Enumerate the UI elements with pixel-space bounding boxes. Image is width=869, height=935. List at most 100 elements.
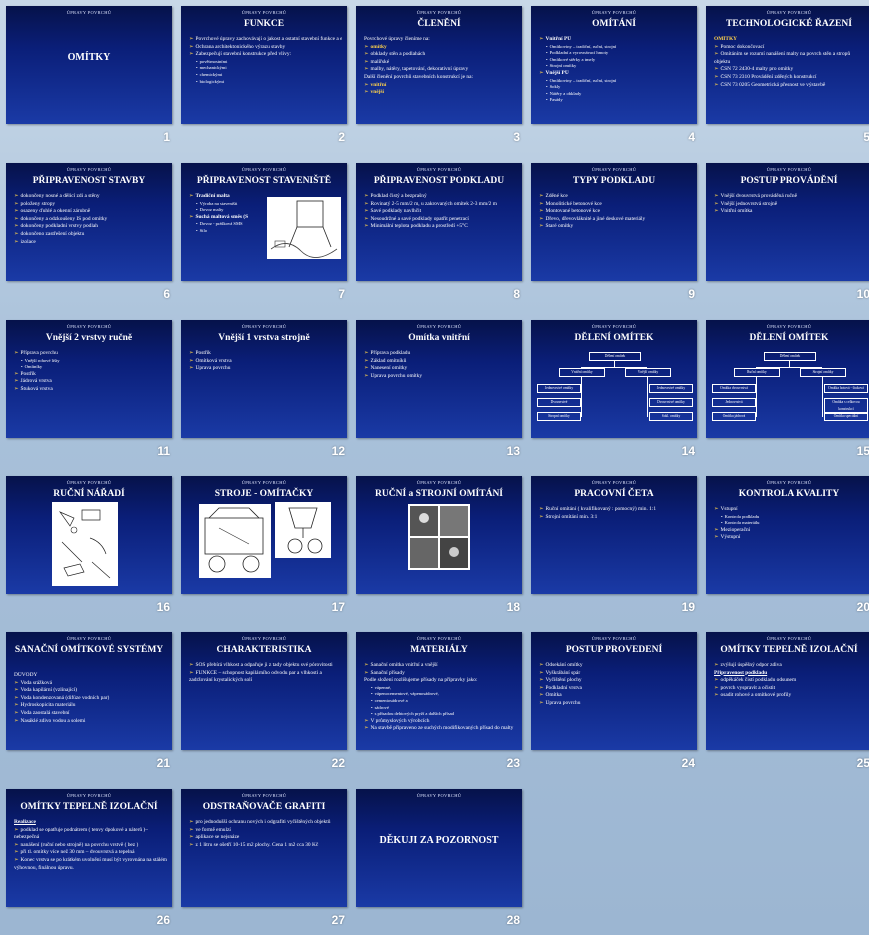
slide-11[interactable]: ÚPRAVY POVRCHŮ Vnější 2 vrstvy ručně ➢ Příp… xyxy=(6,320,172,438)
slide-thumbnail-17[interactable]: ÚPRAVY POVRCHŮ STROJE - OMÍTAČKY 17 xyxy=(181,476,347,614)
slide-thumbnail-13[interactable]: ÚPRAVY POVRCHŮ Omítka vnitřní ➢ Příprava po… xyxy=(356,320,522,458)
bullet-text: Vnější rohové lišty xyxy=(24,357,60,363)
bullet-icon: ➢ xyxy=(189,357,194,364)
slide-15[interactable]: ÚPRAVY POVRCHŮ DĚLENÍ OMÍTEK Dělení omítek… xyxy=(706,320,869,438)
bullet-item: ➢ pro jednodušší ochranu nových i odgrafi… xyxy=(189,819,342,827)
slide-12[interactable]: ÚPRAVY POVRCHŮ Vnější 1 vrstva strojně ➢ Po… xyxy=(181,320,347,438)
slide-thumbnail-15[interactable]: ÚPRAVY POVRCHŮ DĚLENÍ OMÍTEK Dělení omítek… xyxy=(706,320,869,458)
slide-25[interactable]: ÚPRAVY POVRCHŮ OMÍTKY TEPELNĚ IZOLAČNÍ ➢ zv… xyxy=(706,632,869,750)
slide-thumbnail-10[interactable]: ÚPRAVY POVRCHŮ POSTUP PROVÁDĚNÍ ➢ Vnější dv… xyxy=(706,163,869,301)
slide-9[interactable]: ÚPRAVY POVRCHŮ TYPY PODKLADU ➢ Zděné kce ➢ Mo… xyxy=(531,163,697,281)
slide-header-text: ÚPRAVY POVRCHŮ xyxy=(241,636,287,641)
slide-21[interactable]: ÚPRAVY POVRCHŮ SANAČNÍ OMÍTKOVÉ SYSTÉMY DŮ… xyxy=(6,632,172,750)
slide-26[interactable]: ÚPRAVY POVRCHŮ OMÍTKY TEPELNĚ IZOLAČNÍ Rea… xyxy=(6,789,172,907)
slide-thumbnail-26[interactable]: ÚPRAVY POVRCHŮ OMÍTKY TEPELNĚ IZOLAČNÍ Rea… xyxy=(6,789,172,927)
bullet-icon: ➢ xyxy=(14,208,19,215)
slide-thumbnail-1[interactable]: ÚPRAVY POVRCHŮ OMÍTKY 1 xyxy=(6,6,172,144)
bullet-text: Omítáním se rozumí nanášení malty na pov… xyxy=(714,51,851,65)
bullet-icon: ➢ xyxy=(714,692,719,699)
slide-2[interactable]: ÚPRAVY POVRCHŮ FUNKCE ➢ Povrchové úpravy za… xyxy=(181,6,347,124)
slide-thumbnail-23[interactable]: ÚPRAVY POVRCHŮ MATERIÁLY ➢ Sanační omítka v… xyxy=(356,632,522,770)
bullet-icon: ➢ xyxy=(14,849,19,856)
bullet-icon: ➢ xyxy=(189,43,194,50)
slide-thumbnail-8[interactable]: ÚPRAVY POVRCHŮ PŘIPRAVENOST PODKLADU ➢ Podk… xyxy=(356,163,522,301)
slide-thumbnail-4[interactable]: ÚPRAVY POVRCHŮ OMÍTÁNÍ ➢ Vnitřní PÚ • Omítkov… xyxy=(531,6,697,144)
slide-thumbnail-25[interactable]: ÚPRAVY POVRCHŮ OMÍTKY TEPELNĚ IZOLAČNÍ ➢ zv… xyxy=(706,632,869,770)
slide-thumbnail-16[interactable]: ÚPRAVY POVRCHŮ RUČNÍ NÁŘADÍ 16 xyxy=(6,476,172,614)
slide-thumbnail-24[interactable]: ÚPRAVY POVRCHŮ POSTUP PROVEDENÍ ➢ Odsekání … xyxy=(531,632,697,770)
slide-thumbnail-14[interactable]: ÚPRAVY POVRCHŮ DĚLENÍ OMÍTEK Dělení omítek… xyxy=(531,320,697,458)
slide-4[interactable]: ÚPRAVY POVRCHŮ OMÍTÁNÍ ➢ Vnitřní PÚ • Omítkov… xyxy=(531,6,697,124)
bullet-item: Povrchové úpravy členíme na: xyxy=(364,36,517,44)
slide-23[interactable]: ÚPRAVY POVRCHŮ MATERIÁLY ➢ Sanační omítka v… xyxy=(356,632,522,750)
slide-thumbnail-3[interactable]: ÚPRAVY POVRCHŮ ČLENĚNÍ Povrchové úpravy čl… xyxy=(356,6,522,144)
sub-bullet-icon: • xyxy=(196,71,198,77)
slide-body: ➢ pro jednodušší ochranu nových i odgrafi… xyxy=(189,819,342,849)
slide-thumbnail-11[interactable]: ÚPRAVY POVRCHŮ Vnější 2 vrstvy ručně ➢ Příp… xyxy=(6,320,172,458)
bullet-icon: ➢ xyxy=(189,841,194,848)
slide-thumbnail-6[interactable]: ÚPRAVY POVRCHŮ PŘIPRAVENOST STAVBY ➢ dokonč… xyxy=(6,163,172,301)
slide-thumbnail-22[interactable]: ÚPRAVY POVRCHŮ CHARAKTERISTIKA ➢ SOS přebír… xyxy=(181,632,347,770)
sub-bullet-icon: • xyxy=(371,704,373,710)
bullet-item: ➢ podklad se opatřuje podnátrem ( tenvy d… xyxy=(14,827,167,842)
slide-number: 14 xyxy=(681,444,695,458)
bullet-text: Minimální teplota podkladu a prostředí +… xyxy=(370,223,468,230)
bullet-item: ➢ dokončeny nosné a dělicí zdi a stěny xyxy=(14,193,167,201)
slide-title: OMÍTKY TEPELNĚ IZOLAČNÍ xyxy=(20,802,158,812)
bullet-text: Omítkoviny – tradiční, ruční, strojní xyxy=(549,77,617,83)
slide-thumbnail-28[interactable]: ÚPRAVY POVRCHŮ DĚKUJI ZA POZORNOST 28 xyxy=(356,789,522,927)
slide-3[interactable]: ÚPRAVY POVRCHŮ ČLENĚNÍ Povrchové úpravy čl… xyxy=(356,6,522,124)
slide-thumbnail-20[interactable]: ÚPRAVY POVRCHŮ KONTROLA KVALITY ➢ Vstupní • K… xyxy=(706,476,869,614)
slide-19[interactable]: ÚPRAVY POVRCHŮ PRACOVNÍ ČETA ➢ Ruční omítán… xyxy=(531,476,697,594)
slide-14[interactable]: ÚPRAVY POVRCHŮ DĚLENÍ OMÍTEK Dělení omítek… xyxy=(531,320,697,438)
slide-8[interactable]: ÚPRAVY POVRCHŮ PŘIPRAVENOST PODKLADU ➢ Podk… xyxy=(356,163,522,281)
bullet-text: Savé podklady navlhčit xyxy=(370,208,422,215)
diagram15-l1-left: Ruční omítky xyxy=(734,368,780,377)
slide-13[interactable]: ÚPRAVY POVRCHŮ Omítka vnitřní ➢ Příprava po… xyxy=(356,320,522,438)
bullet-item: ➢ Ochrana architektonického výrazu stavby xyxy=(189,44,342,52)
slide-thumbnail-27[interactable]: ÚPRAVY POVRCHŮ ODSTRAŇOVAČE GRAFITI ➢ pro j… xyxy=(181,789,347,927)
bullet-item: • s přísadou dehtových pryží a dalších př… xyxy=(364,711,517,718)
slide-thumbnail-21[interactable]: ÚPRAVY POVRCHŮ SANAČNÍ OMÍTKOVÉ SYSTÉMY DŮ… xyxy=(6,632,172,770)
slide-5[interactable]: ÚPRAVY POVRCHŮ TECHNOLOGICKÉ ŘAZENÍ OMÍTKY… xyxy=(706,6,869,124)
bullet-item: • mechanickými xyxy=(189,65,342,72)
slide-16[interactable]: ÚPRAVY POVRCHŮ RUČNÍ NÁŘADÍ xyxy=(6,476,172,594)
bullet-icon: ➢ xyxy=(364,350,369,356)
bullet-icon: ➢ xyxy=(714,81,719,88)
slide-10[interactable]: ÚPRAVY POVRCHŮ POSTUP PROVÁDĚNÍ ➢ Vnější dv… xyxy=(706,163,869,281)
slide-17[interactable]: ÚPRAVY POVRCHŮ STROJE - OMÍTAČKY xyxy=(181,476,347,594)
slide-thumbnail-19[interactable]: ÚPRAVY POVRCHŮ PRACOVNÍ ČETA ➢ Ruční omítán… xyxy=(531,476,697,614)
slide-thumbnail-12[interactable]: ÚPRAVY POVRCHŮ Vnější 1 vrstva strojně ➢ Po… xyxy=(181,320,347,458)
sub-bullet-icon: • xyxy=(546,77,548,83)
bullet-text: ve formě emulzí xyxy=(195,826,231,833)
slide-number: 11 xyxy=(157,444,170,458)
slide-24[interactable]: ÚPRAVY POVRCHŮ POSTUP PROVEDENÍ ➢ Odsekání … xyxy=(531,632,697,750)
slide-number: 10 xyxy=(856,287,869,301)
slide-thumbnail-18[interactable]: ÚPRAVY POVRCHŮ RUČNÍ a STROJNÍ OMÍTÁNÍ 18 xyxy=(356,476,522,614)
slide-thumbnail-7[interactable]: ÚPRAVY POVRCHŮ PŘIPRAVENOST STAVENIŠTĚ ➢ Tr… xyxy=(181,163,347,301)
bullet-icon: ➢ xyxy=(189,662,194,668)
bullet-icon: ➢ xyxy=(364,208,369,215)
bullet-item: ➢ osadit rohové a omítkové profily xyxy=(714,692,867,700)
slide-22[interactable]: ÚPRAVY POVRCHŮ CHARAKTERISTIKA ➢ SOS přebír… xyxy=(181,632,347,750)
slide-body: DŮVODY ➢ Voda srážková ➢ Voda kapilární (vzl… xyxy=(14,672,167,725)
slide-header-text: ÚPRAVY POVRCHŮ xyxy=(241,324,287,329)
bullet-text: ČSN 72 2430-4 malty pro omítky xyxy=(720,66,794,73)
slide-thumbnail-2[interactable]: ÚPRAVY POVRCHŮ FUNKCE ➢ Povrchové úpravy za… xyxy=(181,6,347,144)
slide-header-text: ÚPRAVY POVRCHŮ xyxy=(591,636,637,641)
slide-20[interactable]: ÚPRAVY POVRCHŮ KONTROLA KVALITY ➢ Vstupní • K… xyxy=(706,476,869,594)
slide-body: ➢ Vnější dvouvrstvá prováděná ručně ➢ Vnějš… xyxy=(714,193,867,216)
bullet-icon: ➢ xyxy=(714,684,719,691)
slide-27[interactable]: ÚPRAVY POVRCHŮ ODSTRAŇOVAČE GRAFITI ➢ pro j… xyxy=(181,789,347,907)
slide-thumbnail-9[interactable]: ÚPRAVY POVRCHŮ TYPY PODKLADU ➢ Zděné kce ➢ Mo… xyxy=(531,163,697,301)
slide-28[interactable]: ÚPRAVY POVRCHŮ DĚKUJI ZA POZORNOST xyxy=(356,789,522,907)
bullet-item: • Fasády xyxy=(539,97,692,104)
slide-1[interactable]: ÚPRAVY POVRCHŮ OMÍTKY xyxy=(6,6,172,124)
slide-18[interactable]: ÚPRAVY POVRCHŮ RUČNÍ a STROJNÍ OMÍTÁNÍ xyxy=(356,476,522,594)
slide-thumbnail-5[interactable]: ÚPRAVY POVRCHŮ TECHNOLOGICKÉ ŘAZENÍ OMÍTKY… xyxy=(706,6,869,144)
slide-6[interactable]: ÚPRAVY POVRCHŮ PŘIPRAVENOST STAVBY ➢ dokonč… xyxy=(6,163,172,281)
bullet-icon: ➢ xyxy=(364,193,369,199)
bullet-item: ➢ Montované betonové kce xyxy=(539,208,692,216)
slide-7[interactable]: ÚPRAVY POVRCHŮ PŘIPRAVENOST STAVENIŠTĚ ➢ Tr… xyxy=(181,163,347,281)
bullet-icon: ➢ xyxy=(539,215,544,222)
